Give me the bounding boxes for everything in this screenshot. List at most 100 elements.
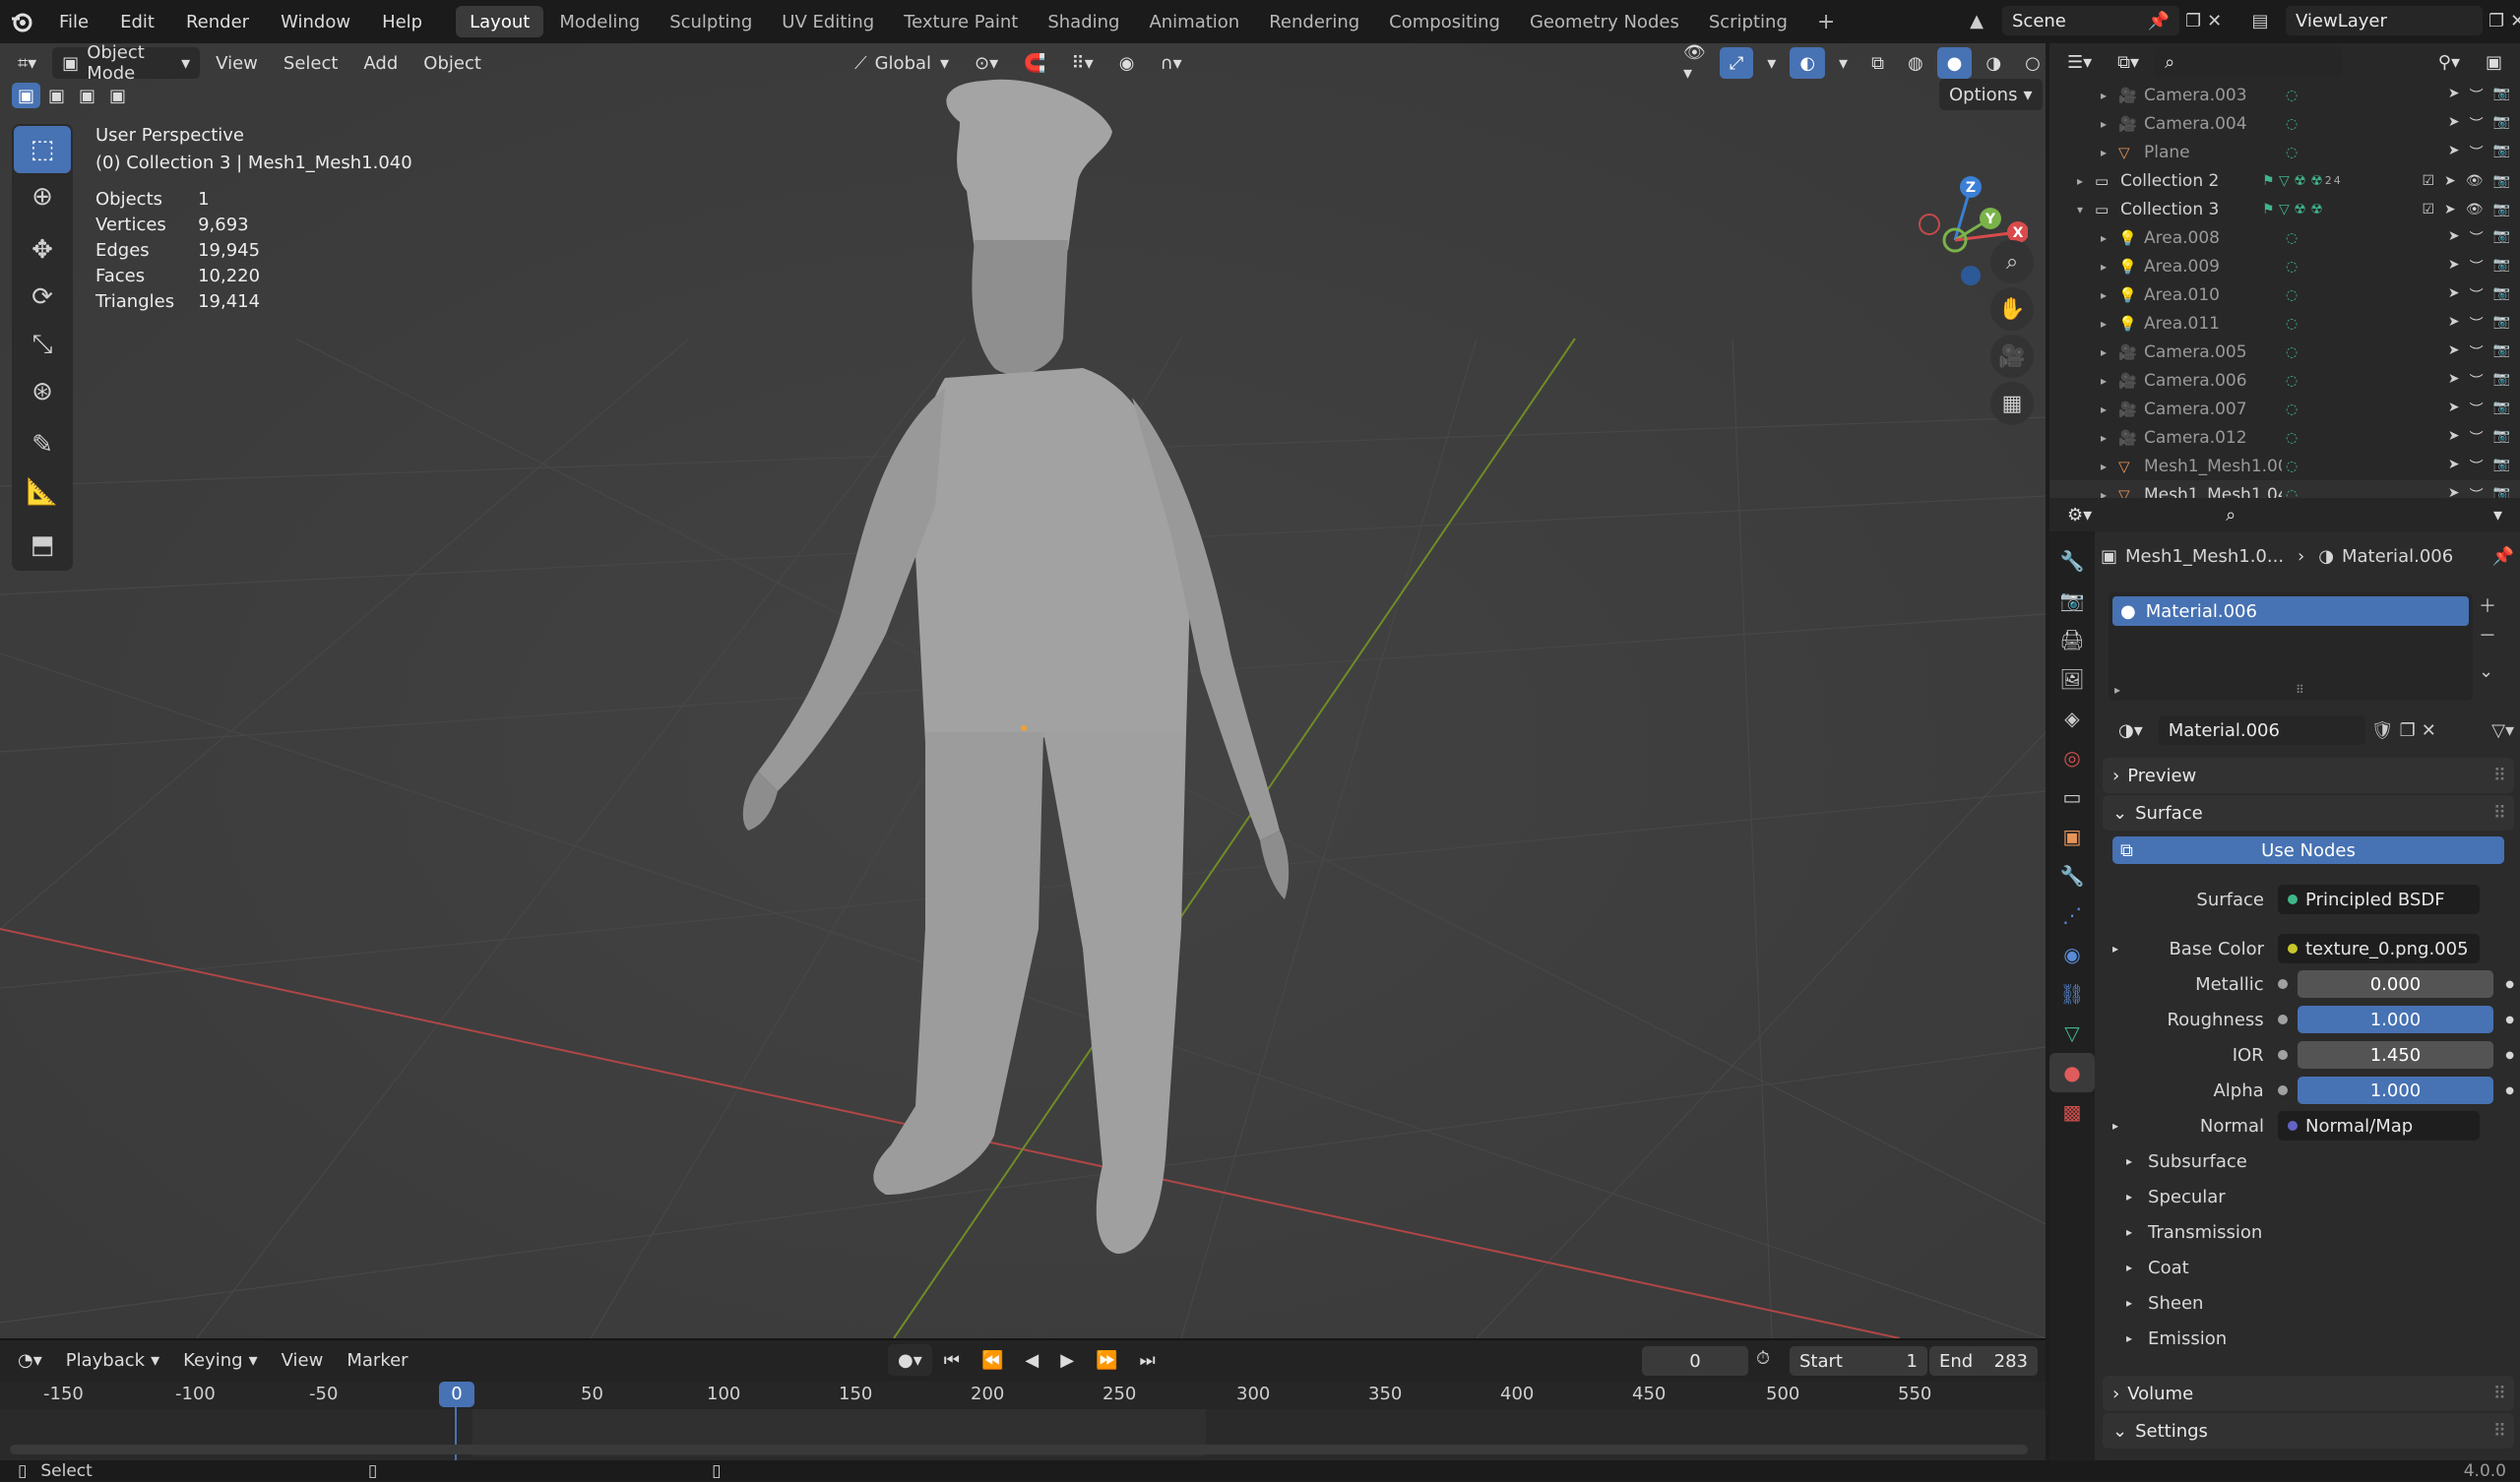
prev-keyframe-icon[interactable]: ⏪ — [972, 1344, 1013, 1376]
rotate-tool-icon[interactable]: ⟳ — [14, 274, 71, 321]
unlink-material-icon[interactable]: ✕ — [2422, 720, 2436, 741]
selectable-arrow-icon[interactable]: ➤ — [2448, 285, 2460, 305]
outliner-editor-type-icon[interactable]: ☰▾ — [2057, 46, 2102, 78]
object-data-icon[interactable]: ◌ — [2286, 401, 2298, 417]
overlay-toggle-icon[interactable]: ◐ — [1790, 47, 1826, 79]
render-camera-icon[interactable]: 📷 — [2493, 114, 2510, 134]
modifier-tab-icon[interactable]: 🔧 — [2049, 856, 2095, 895]
hide-in-viewport-icon[interactable]: ︶ — [2470, 342, 2484, 362]
pan-hand-icon[interactable]: ✋ — [1990, 287, 2034, 331]
roughness-field[interactable]: 1.000 — [2297, 1006, 2494, 1033]
add-workspace-icon[interactable]: + — [1803, 6, 1849, 37]
outliner-item-camera[interactable]: ▸ 🎥 Camera.005 ◌ ➤ ︶ 📷 — [2049, 338, 2520, 366]
xray-icon[interactable]: ⧉ — [1861, 47, 1894, 79]
render-camera-icon[interactable]: 📷 — [2493, 86, 2510, 105]
chevron-right-icon[interactable]: ▸ — [2101, 146, 2118, 159]
drag-handle-icon[interactable]: ⠿ — [2493, 1384, 2506, 1404]
hide-in-viewport-icon[interactable]: ︶ — [2470, 143, 2484, 162]
render-camera-icon[interactable]: 📷 — [2493, 228, 2510, 248]
select-box-extend-icon[interactable]: ▣ — [42, 83, 71, 108]
chevron-right-icon[interactable]: ▸ — [2101, 317, 2118, 331]
editor-type-icon[interactable]: ⌗▾ — [8, 47, 46, 79]
object-data-icon[interactable]: ◌ — [2286, 259, 2298, 275]
surface-panel-header[interactable]: ⌄ Surface ⠿ — [2103, 795, 2514, 831]
chevron-right-icon[interactable]: ▸ — [2101, 431, 2118, 445]
timeline-track[interactable]: -150 -100 -50 0 50 100 150 200 250 300 3… — [0, 1382, 2046, 1460]
selectable-arrow-icon[interactable]: ➤ — [2444, 202, 2456, 217]
remove-slot-icon[interactable]: － — [2479, 622, 2496, 648]
particles-tab-icon[interactable]: ⋰ — [2049, 895, 2095, 935]
object-data-icon[interactable]: ◌ — [2286, 230, 2298, 246]
chevron-right-icon[interactable]: ▸ — [2101, 117, 2118, 131]
tab-shading[interactable]: Shading — [1034, 6, 1133, 37]
gizmo-toggle-icon[interactable]: ⤢ — [1719, 47, 1754, 79]
hide-in-viewport-icon[interactable]: ︶ — [2470, 114, 2484, 134]
move-tool-icon[interactable]: ✥ — [14, 226, 71, 274]
transmission-subpanel[interactable]: ▸ Transmission — [2101, 1214, 2514, 1250]
outliner-item-camera[interactable]: ▸ 🎥 Camera.004 ◌ ➤ ︶ 📷 — [2049, 109, 2520, 138]
transform-tool-icon[interactable]: ⊛ — [14, 368, 71, 415]
select-box-new-icon[interactable]: ▣ — [12, 83, 41, 108]
render-camera-icon[interactable]: 📷 — [2493, 457, 2510, 476]
select-box-subtract-icon[interactable]: ▣ — [73, 83, 101, 108]
chevron-right-icon[interactable]: ▸ — [2101, 345, 2118, 359]
zoom-icon[interactable]: ⌕ — [1990, 240, 2034, 283]
surface-shader-field[interactable]: Principled BSDF — [2278, 885, 2480, 914]
chevron-right-icon[interactable]: ▸ — [2101, 231, 2118, 245]
properties-search-input[interactable]: ⌕ — [2216, 500, 2404, 529]
scene-icon[interactable]: ▲ — [1957, 6, 1996, 35]
hide-in-viewport-icon[interactable]: ︶ — [2470, 428, 2484, 448]
play-icon[interactable]: ▶ — [1050, 1344, 1084, 1376]
timeline-view-menu[interactable]: View — [272, 1344, 334, 1376]
duplicate-material-icon[interactable]: ❐ — [2400, 720, 2416, 741]
filter-icon[interactable]: ⚲▾ — [2428, 46, 2470, 78]
menu-window[interactable]: Window — [265, 0, 366, 43]
selectable-arrow-icon[interactable]: ➤ — [2448, 400, 2460, 419]
specular-subpanel[interactable]: ▸ Specular — [2101, 1179, 2514, 1214]
selectable-arrow-icon[interactable]: ➤ — [2448, 257, 2460, 277]
proportional-edit-icon[interactable]: ◉ — [1109, 47, 1145, 79]
outliner-item-mesh[interactable]: ▸ ▽ Plane ◌ ➤ ︶ 📷 — [2049, 138, 2520, 166]
coat-subpanel[interactable]: ▸ Coat — [2101, 1250, 2514, 1285]
measure-tool-icon[interactable]: 📐 — [14, 468, 71, 516]
chevron-right-icon[interactable]: ▸ — [2101, 288, 2118, 302]
orientation-selector[interactable]: ⟋ Global ▾ — [845, 47, 959, 79]
menu-add[interactable]: Add — [353, 47, 408, 79]
collection-contents-icon[interactable]: ⚑ ▽ ☢ ☢ — [2262, 173, 2323, 189]
hide-in-viewport-icon[interactable]: ︶ — [2470, 285, 2484, 305]
object-tab-icon[interactable]: ▣ — [2049, 817, 2095, 856]
hide-in-viewport-icon[interactable]: ︶ — [2470, 86, 2484, 105]
keyframe-dot-icon[interactable]: ● — [2505, 979, 2514, 990]
tab-compositing[interactable]: Compositing — [1375, 6, 1514, 37]
hide-in-viewport-icon[interactable]: ︶ — [2470, 228, 2484, 248]
render-camera-icon[interactable]: 📷 — [2493, 371, 2510, 391]
scale-tool-icon[interactable]: ⤡ — [14, 321, 71, 368]
3d-viewport[interactable]: ⌗▾ ▣ Object Mode ▾ View Select Add Objec… — [0, 43, 2046, 1338]
chevron-right-icon[interactable]: ▸ — [2101, 89, 2118, 102]
render-camera-icon[interactable]: 📷 — [2493, 143, 2510, 162]
selectable-arrow-icon[interactable]: ➤ — [2448, 143, 2460, 162]
data-tab-icon[interactable]: ▽ — [2049, 1014, 2095, 1053]
select-box-tool-icon[interactable]: ⬚ — [14, 126, 71, 173]
render-camera-icon[interactable]: 📷 — [2493, 400, 2510, 419]
output-tab-icon[interactable]: 🖨 — [2049, 620, 2095, 659]
emission-subpanel[interactable]: ▸ Emission — [2101, 1321, 2514, 1356]
solid-shading-icon[interactable]: ● — [1936, 47, 1973, 79]
metallic-field[interactable]: 0.000 — [2297, 970, 2494, 998]
outliner-item-light[interactable]: ▸ 💡 Area.009 ◌ ➤ ︶ 📷 — [2049, 252, 2520, 280]
menu-file[interactable]: File — [43, 0, 104, 43]
drag-handle-icon[interactable]: ⠿ — [2493, 766, 2506, 786]
exclude-checkbox[interactable]: ☑ — [2422, 173, 2434, 189]
object-data-icon[interactable]: ◌ — [2286, 316, 2298, 332]
rendered-shading-icon[interactable]: ○ — [2015, 47, 2046, 79]
link-type-icon[interactable]: ▽▾ — [2491, 720, 2514, 741]
keyframe-dot-icon[interactable]: ● — [2505, 1015, 2514, 1025]
tab-animation[interactable]: Animation — [1135, 6, 1253, 37]
render-camera-icon[interactable]: 📷 — [2493, 285, 2510, 305]
keying-menu[interactable]: Keying ▾ — [173, 1344, 268, 1376]
view-layer-icon[interactable]: ▤ — [2240, 6, 2280, 35]
outliner-item-light[interactable]: ▸ 💡 Area.010 ◌ ➤ ︶ 📷 — [2049, 280, 2520, 309]
selectable-arrow-icon[interactable]: ➤ — [2448, 114, 2460, 134]
end-frame-field[interactable]: End 283 — [1929, 1346, 2038, 1376]
material-name-field[interactable]: Material.006 — [2158, 715, 2365, 745]
